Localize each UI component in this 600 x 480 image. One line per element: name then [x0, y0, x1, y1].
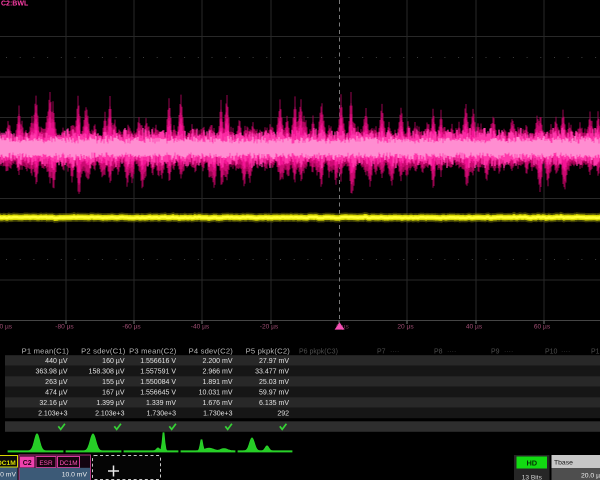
svg-text:1.891 mV: 1.891 mV	[203, 379, 233, 386]
svg-text:P3 mean(C2): P3 mean(C2)	[129, 347, 177, 356]
svg-text:440 µV: 440 µV	[45, 358, 68, 365]
svg-text:2.966 mV: 2.966 mV	[203, 369, 233, 376]
svg-text:263 µV: 263 µV	[45, 379, 68, 386]
svg-text:Tbase: Tbase	[554, 460, 573, 467]
svg-text:10.0 mV: 10.0 mV	[0, 472, 16, 479]
svg-text:1.399 µV: 1.399 µV	[96, 400, 124, 407]
svg-text:2.200 mV: 2.200 mV	[203, 358, 233, 365]
svg-text:167 µV: 167 µV	[102, 390, 125, 397]
svg-text:P4 sdev(C2): P4 sdev(C2)	[189, 347, 234, 356]
svg-text:13 Bits: 13 Bits	[522, 474, 543, 480]
svg-text:P1: P1	[591, 349, 600, 356]
svg-text:59.97 mV: 59.97 mV	[259, 390, 289, 397]
svg-text:-40 µs: -40 µs	[191, 324, 210, 331]
svg-text:HD: HD	[526, 459, 537, 468]
svg-text:1.730e+3: 1.730e+3	[147, 411, 176, 418]
svg-text:10.0 mV: 10.0 mV	[62, 472, 88, 479]
svg-text:20.0 µ: 20.0 µ	[581, 472, 600, 479]
svg-text:60 µs: 60 µs	[534, 324, 551, 331]
svg-text:6.135 mV: 6.135 mV	[259, 400, 289, 407]
svg-text:····: ····	[504, 349, 513, 356]
svg-text:2.103e+3: 2.103e+3	[38, 411, 67, 418]
svg-text:1.556616 V: 1.556616 V	[140, 358, 176, 365]
svg-text:2.103e+3: 2.103e+3	[95, 411, 124, 418]
svg-text:-80 µs: -80 µs	[55, 324, 74, 331]
svg-text:····: ····	[447, 349, 456, 356]
svg-text:C2:BWL: C2:BWL	[1, 1, 29, 8]
svg-text:P9: P9	[491, 349, 500, 356]
svg-text:P10: P10	[545, 349, 558, 356]
svg-text:33.477 mV: 33.477 mV	[255, 369, 289, 376]
svg-text:-100 µs: -100 µs	[0, 324, 13, 331]
svg-text:1.557591 V: 1.557591 V	[140, 369, 176, 376]
svg-text:292: 292	[277, 411, 289, 418]
svg-text:-20 µs: -20 µs	[260, 324, 279, 331]
svg-text:158.308 µV: 158.308 µV	[89, 369, 125, 376]
svg-text:1.676 mV: 1.676 mV	[203, 400, 233, 407]
svg-text:1.556645 V: 1.556645 V	[140, 390, 176, 397]
svg-text:P1 mean(C1): P1 mean(C1)	[22, 347, 70, 356]
svg-text:P8: P8	[434, 349, 443, 356]
svg-text:363.98 µV: 363.98 µV	[35, 369, 67, 376]
svg-text:-60 µs: -60 µs	[122, 324, 141, 331]
svg-text:DC1M: DC1M	[59, 460, 77, 467]
svg-text:DC1M: DC1M	[0, 460, 16, 467]
svg-text:····: ····	[390, 349, 399, 356]
svg-text:474 µV: 474 µV	[45, 390, 68, 397]
svg-text:····: ····	[561, 349, 570, 356]
svg-text:P6 pkpk(C3): P6 pkpk(C3)	[299, 349, 338, 356]
svg-text:20 µs: 20 µs	[397, 324, 414, 331]
svg-text:P7: P7	[377, 349, 386, 356]
svg-text:10.031 mV: 10.031 mV	[199, 390, 233, 397]
svg-text:ESR: ESR	[39, 460, 53, 467]
svg-text:P5 pkpk(C2): P5 pkpk(C2)	[246, 347, 291, 356]
svg-text:1.550084 V: 1.550084 V	[140, 379, 176, 386]
svg-text:C2: C2	[23, 460, 32, 467]
svg-text:160 µV: 160 µV	[102, 358, 125, 365]
svg-text:25.03 mV: 25.03 mV	[259, 379, 289, 386]
svg-text:32.16 µV: 32.16 µV	[39, 400, 67, 407]
svg-text:40 µs: 40 µs	[466, 324, 483, 331]
svg-text:1.730e+3: 1.730e+3	[203, 411, 232, 418]
svg-text:27.97 mV: 27.97 mV	[259, 358, 289, 365]
svg-text:155 µV: 155 µV	[102, 379, 125, 386]
svg-text:P2 sdev(C1): P2 sdev(C1)	[81, 347, 126, 356]
svg-text:1.339 mV: 1.339 mV	[146, 400, 176, 407]
